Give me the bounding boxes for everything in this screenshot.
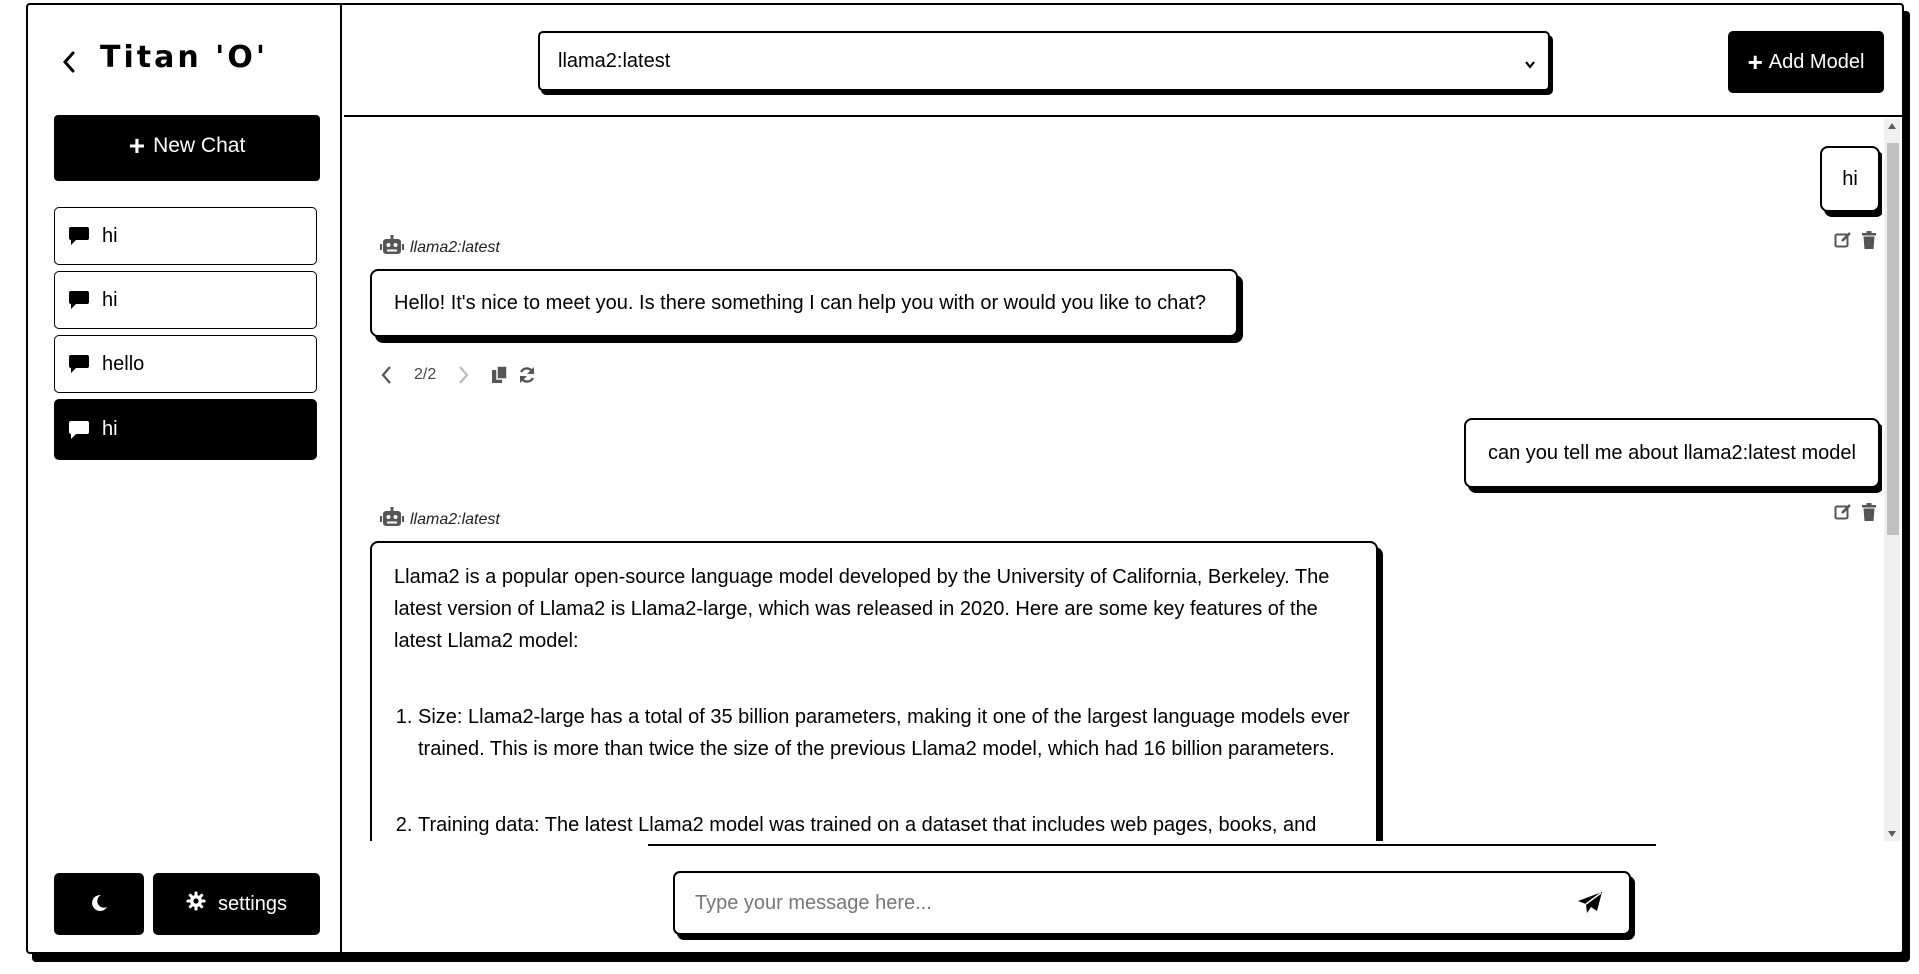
robot-icon — [380, 235, 404, 260]
theme-toggle-button[interactable] — [54, 873, 144, 935]
response-pager: 2/2 — [414, 366, 437, 383]
list-item: Training data: The latest Llama2 model w… — [418, 809, 1354, 841]
composer-divider — [648, 844, 1656, 846]
scrollbar-thumb[interactable] — [1887, 143, 1899, 535]
response-navigation: 2/2 — [380, 365, 536, 385]
model-select[interactable]: llama2:latest — [538, 31, 1550, 91]
assistant-model-name: llama2:latest — [410, 510, 500, 528]
chat-bubble-icon — [68, 354, 90, 374]
assistant-message: Hello! It's nice to meet you. Is there s… — [370, 269, 1238, 337]
add-model-button[interactable]: + Add Model — [1728, 31, 1884, 93]
settings-label: settings — [218, 892, 287, 915]
app-title: Titan 'O' — [100, 39, 269, 75]
chat-history-item-active[interactable]: hi — [54, 399, 317, 460]
chat-messages: hi llama2:latest Hello! It's nice to mee… — [344, 119, 1882, 841]
assistant-label: llama2:latest — [380, 235, 500, 260]
paper-plane-icon[interactable] — [1577, 891, 1603, 920]
chat-history-item[interactable]: hello — [54, 335, 317, 393]
edit-icon[interactable] — [1834, 503, 1852, 521]
chat-history-list: hi hi hello hi — [54, 207, 317, 466]
selected-model: llama2:latest — [558, 49, 671, 72]
scroll-down-arrow[interactable] — [1888, 831, 1896, 837]
assistant-model-name: llama2:latest — [410, 238, 500, 256]
user-message-actions — [1834, 231, 1879, 249]
assistant-message-list: Size: Llama2-large has a total of 35 bil… — [418, 701, 1354, 841]
user-message: can you tell me about llama2:latest mode… — [1464, 418, 1880, 488]
trash-icon[interactable] — [1861, 503, 1879, 521]
chat-bubble-icon — [68, 226, 90, 246]
chat-history-item[interactable]: hi — [54, 271, 317, 329]
user-message: hi — [1820, 146, 1880, 212]
chevron-right-icon[interactable] — [458, 365, 470, 385]
chevron-left-icon[interactable] — [380, 365, 392, 385]
message-composer — [673, 871, 1631, 935]
user-message-text: hi — [1842, 167, 1858, 190]
chat-bubble-icon — [68, 290, 90, 310]
chat-history-label: hi — [102, 288, 118, 311]
edit-icon[interactable] — [1834, 231, 1852, 249]
scroll-up-arrow[interactable] — [1888, 123, 1896, 129]
settings-button[interactable]: settings — [153, 873, 320, 935]
assistant-label: llama2:latest — [380, 507, 500, 532]
robot-icon — [380, 507, 404, 532]
new-chat-label: New Chat — [153, 134, 246, 157]
chevron-left-icon[interactable] — [56, 49, 82, 75]
chat-history-label: hello — [102, 352, 145, 375]
plus-icon: + — [1747, 47, 1763, 77]
copy-icon[interactable] — [492, 366, 510, 384]
chat-history-label: hi — [102, 224, 118, 247]
message-input[interactable] — [695, 891, 1555, 915]
new-chat-button[interactable]: + New Chat — [54, 115, 320, 177]
chevron-down-icon — [1524, 53, 1536, 76]
sidebar: Titan 'O' + New Chat hi hi hello hi sett… — [28, 5, 342, 952]
moon-icon — [89, 893, 109, 916]
top-bar: llama2:latest + Add Model — [344, 5, 1902, 117]
trash-icon[interactable] — [1861, 231, 1879, 249]
chat-history-label: hi — [102, 418, 118, 440]
brand: Titan 'O' — [56, 39, 268, 75]
assistant-message-text: Hello! It's nice to meet you. Is there s… — [394, 291, 1207, 314]
chat-history-item[interactable]: hi — [54, 207, 317, 265]
add-model-label: Add Model — [1768, 50, 1865, 73]
messages-scrollbar[interactable] — [1884, 119, 1900, 841]
list-item: Size: Llama2-large has a total of 35 bil… — [418, 701, 1354, 765]
gear-icon — [186, 891, 206, 917]
user-message-text: can you tell me about llama2:latest mode… — [1488, 441, 1856, 464]
sidebar-footer: settings — [54, 873, 320, 935]
chat-bubble-icon — [68, 420, 90, 440]
refresh-icon[interactable] — [518, 366, 536, 384]
user-message-actions — [1834, 503, 1879, 521]
app-window: Titan 'O' + New Chat hi hi hello hi sett… — [26, 3, 1904, 954]
plus-icon: + — [128, 130, 146, 161]
assistant-message-intro: Llama2 is a popular open-source language… — [394, 566, 1330, 652]
assistant-message: Llama2 is a popular open-source language… — [370, 541, 1378, 841]
